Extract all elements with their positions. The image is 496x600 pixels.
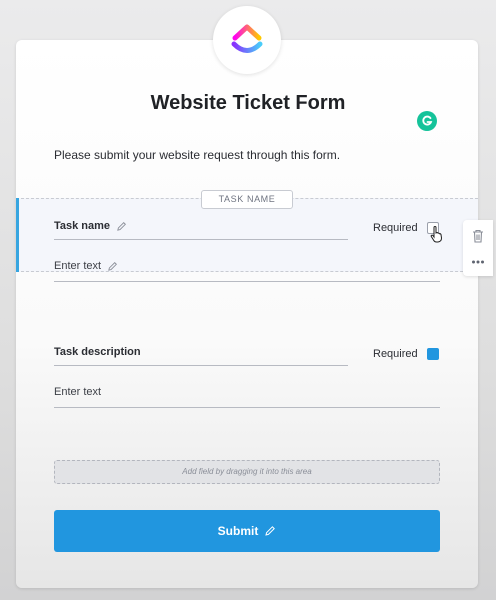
task-name-label-text: Task name: [54, 220, 111, 232]
trash-icon[interactable]: [470, 228, 486, 244]
form-card: [16, 40, 478, 588]
submit-label: Submit: [217, 524, 259, 538]
task-name-label-underline: [54, 239, 348, 240]
pencil-icon[interactable]: [107, 261, 118, 272]
task-name-placeholder[interactable]: Enter text: [54, 260, 118, 272]
submit-button[interactable]: Submit: [54, 510, 440, 552]
task-description-placeholder-text: Enter text: [54, 386, 102, 398]
more-options-icon[interactable]: [470, 254, 486, 270]
task-description-required-checkbox[interactable]: [427, 348, 439, 360]
task-description-label-text: Task description: [54, 346, 141, 358]
pencil-icon[interactable]: [116, 221, 127, 232]
task-description-label-underline: [54, 365, 348, 366]
task-name-input-underline: [54, 281, 440, 282]
grammarly-icon[interactable]: [417, 111, 437, 131]
task-name-required-label: Required: [373, 222, 418, 234]
pencil-icon[interactable]: [264, 525, 276, 537]
hand-cursor-icon: [430, 226, 443, 243]
task-name-label[interactable]: Task name: [54, 220, 127, 232]
logo: [213, 6, 281, 74]
field-toolbar: [463, 220, 493, 276]
form-intro: Please submit your website request throu…: [54, 148, 341, 162]
add-field-dropzone[interactable]: Add field by dragging it into this area: [54, 460, 440, 484]
clickup-logo-icon: [231, 24, 263, 53]
task-description-placeholder[interactable]: Enter text: [54, 386, 101, 398]
task-name-placeholder-text: Enter text: [54, 260, 102, 272]
task-description-input-underline: [54, 407, 440, 408]
section-tag: TASK NAME: [201, 190, 293, 209]
selection-accent-bar: [16, 198, 19, 272]
task-description-required-label: Required: [373, 348, 418, 360]
task-description-label[interactable]: Task description: [54, 346, 141, 358]
